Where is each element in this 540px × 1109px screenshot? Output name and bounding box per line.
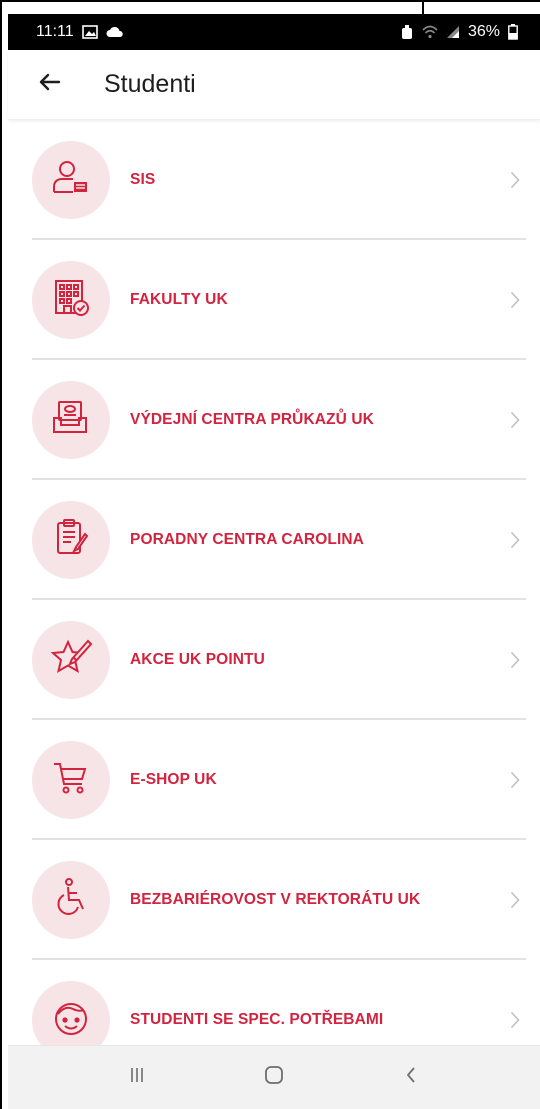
status-bar: 11:11 36% xyxy=(8,14,540,50)
chevron-right-icon xyxy=(504,1009,526,1031)
icon-circle xyxy=(32,381,110,459)
chevron-right-icon xyxy=(504,529,526,551)
menu-item-label: SIS xyxy=(130,171,156,188)
icon-circle xyxy=(32,261,110,339)
icon-circle xyxy=(32,621,110,699)
page-title: Studenti xyxy=(104,70,196,98)
chevron-right-icon xyxy=(504,169,526,191)
icon-circle xyxy=(32,741,110,819)
chevron-right-icon xyxy=(504,409,526,431)
chevron-right-icon xyxy=(504,769,526,791)
home-button[interactable] xyxy=(244,1058,304,1098)
icon-circle xyxy=(32,141,110,219)
phone-screen: 11:11 36% Studenti SIS FAKULTY UK VÝDEJN… xyxy=(8,14,540,1109)
menu-item-label: BEZBARIÉROVOST V REKTORÁTU UK xyxy=(130,891,421,908)
back-button[interactable] xyxy=(34,69,66,101)
screenshot-frame-notch xyxy=(0,0,424,14)
signal-icon xyxy=(446,25,460,39)
menu-item-vydejni-centra[interactable]: VÝDEJNÍ CENTRA PRŮKAZŮ UK xyxy=(8,360,540,480)
clipboard-pencil-icon xyxy=(49,516,93,565)
menu-item-label: AKCE UK POINTU xyxy=(130,651,265,668)
shopping-cart-icon xyxy=(49,756,93,805)
menu-item-sis[interactable]: SIS xyxy=(8,120,540,240)
menu-item-fakulty[interactable]: FAKULTY UK xyxy=(8,240,540,360)
recent-apps-button[interactable] xyxy=(107,1058,167,1098)
cloud-icon xyxy=(106,26,124,38)
wheelchair-icon xyxy=(49,876,93,925)
icon-circle xyxy=(32,501,110,579)
alarm-icon xyxy=(400,24,414,40)
building-check-icon xyxy=(49,276,93,325)
menu-item-label: PORADNY CENTRA CAROLINA xyxy=(130,531,364,548)
menu-list: SIS FAKULTY UK VÝDEJNÍ CENTRA PRŮKAZŮ UK… xyxy=(8,120,540,1080)
nav-back-button[interactable] xyxy=(381,1058,441,1098)
status-left: 11:11 xyxy=(36,23,124,41)
battery-percent: 36% xyxy=(467,23,500,40)
system-nav-bar xyxy=(8,1045,540,1109)
user-card-icon xyxy=(49,156,93,205)
chevron-right-icon xyxy=(504,289,526,311)
wifi-icon xyxy=(422,25,438,39)
status-right: 36% xyxy=(400,23,518,41)
menu-item-label: VÝDEJNÍ CENTRA PRŮKAZŮ UK xyxy=(130,411,374,428)
face-icon xyxy=(49,996,93,1045)
star-pencil-icon xyxy=(48,635,94,686)
gallery-icon xyxy=(81,25,98,39)
app-bar: Studenti xyxy=(8,50,540,120)
menu-item-e-shop[interactable]: E-SHOP UK xyxy=(8,720,540,840)
menu-item-bezbarierovost[interactable]: BEZBARIÉROVOST V REKTORÁTU UK xyxy=(8,840,540,960)
menu-item-label: STUDENTI SE SPEC. POTŘEBAMI xyxy=(130,1011,384,1028)
back-icon xyxy=(405,1065,417,1090)
menu-item-label: FAKULTY UK xyxy=(130,291,228,308)
recent-apps-icon xyxy=(128,1066,146,1089)
chevron-right-icon xyxy=(504,649,526,671)
status-time: 11:11 xyxy=(36,23,74,40)
menu-item-poradny[interactable]: PORADNY CENTRA CAROLINA xyxy=(8,480,540,600)
battery-icon xyxy=(508,24,518,40)
icon-circle xyxy=(32,861,110,939)
card-tray-icon xyxy=(49,396,93,445)
menu-item-akce-uk-pointu[interactable]: AKCE UK POINTU xyxy=(8,600,540,720)
menu-item-label: E-SHOP UK xyxy=(130,771,217,788)
chevron-right-icon xyxy=(504,889,526,911)
home-icon xyxy=(263,1064,285,1091)
arrow-left-icon xyxy=(39,73,61,96)
